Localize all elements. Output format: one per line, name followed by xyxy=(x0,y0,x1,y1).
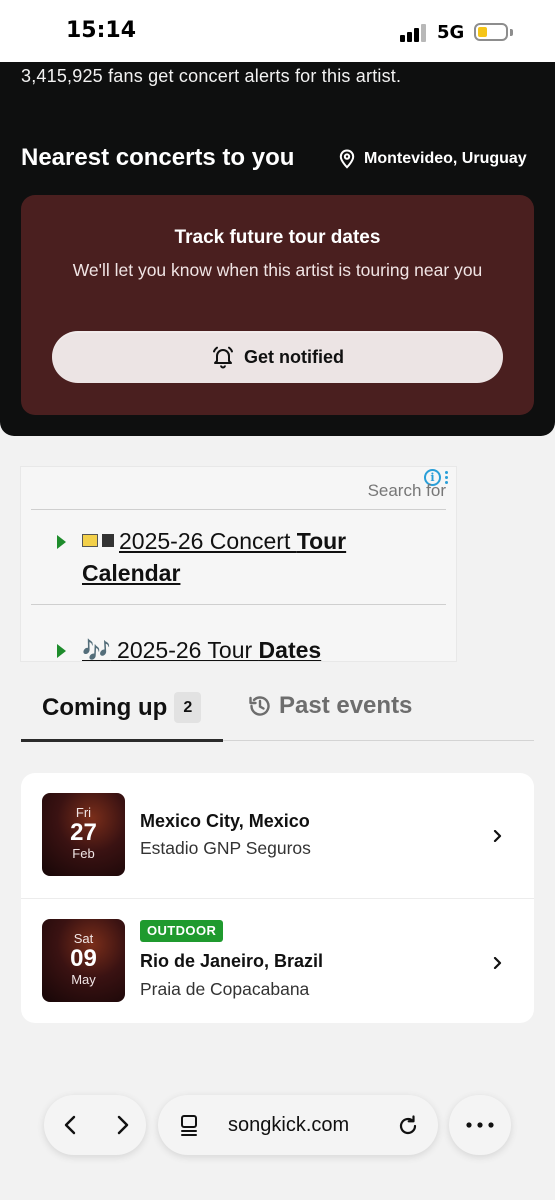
event-day: 27 xyxy=(70,819,97,846)
ad-divider xyxy=(31,509,446,510)
ad-search-text: Search for xyxy=(367,481,446,500)
event-row[interactable]: Fri 27 Feb Mexico City, Mexico Estadio G… xyxy=(21,773,534,898)
get-notified-button[interactable]: Get notified xyxy=(52,331,503,383)
events-list: Fri 27 Feb Mexico City, Mexico Estadio G… xyxy=(21,773,534,1023)
ad-link-prefix: 2025-26 Concert xyxy=(119,528,297,554)
battery-icon xyxy=(474,23,508,41)
chevron-right-icon xyxy=(493,957,502,969)
ad-link-row[interactable]: 🎶 2025-26 Tour Dates xyxy=(57,634,382,662)
track-card-subtitle: We'll let you know when this artist is t… xyxy=(72,260,483,280)
ad-link-bold: Dates xyxy=(258,637,322,662)
url-text[interactable]: songkick.com xyxy=(228,1114,349,1137)
event-weekday: Fri xyxy=(75,805,92,820)
event-month: May xyxy=(71,972,96,987)
ad-link-prefix: 2025-26 Tour xyxy=(117,637,259,662)
ad-link-row[interactable]: 2025-26 Concert Tour Calendar xyxy=(57,525,382,589)
track-tour-card: Track future tour dates We'll let you kn… xyxy=(21,195,534,415)
chevron-right-icon xyxy=(493,830,502,842)
ticket-icon xyxy=(82,534,98,547)
reader-mode-icon[interactable] xyxy=(177,1113,201,1137)
outdoor-badge: OUTDOOR xyxy=(140,920,224,942)
reload-icon[interactable] xyxy=(396,1113,420,1137)
ad-arrow-icon xyxy=(57,644,66,658)
event-date-thumbnail: Fri 27 Feb xyxy=(42,793,125,876)
event-city: Rio de Janeiro, Brazil xyxy=(140,951,324,971)
music-notes-icon: 🎶 xyxy=(82,637,111,662)
event-weekday: Sat xyxy=(73,931,94,946)
event-month: Feb xyxy=(72,846,95,861)
ad-link-tour-dates[interactable]: 🎶 2025-26 Tour Dates xyxy=(82,634,382,662)
signal-icon xyxy=(400,24,428,42)
coming-up-count-badge: 2 xyxy=(174,692,202,723)
location-pin-icon xyxy=(339,149,355,169)
location-label: Montevideo, Uruguay xyxy=(364,150,527,167)
ad-link-tour-calendar[interactable]: 2025-26 Concert Tour Calendar xyxy=(82,525,382,589)
ticket-stub-icon xyxy=(102,534,114,547)
nearest-concerts-title: Nearest concerts to you xyxy=(21,144,295,171)
network-label: 5G xyxy=(437,22,465,43)
back-arrow-icon[interactable] xyxy=(59,1113,83,1137)
forward-arrow-icon[interactable] xyxy=(110,1113,134,1137)
event-date-thumbnail: Sat 09 May xyxy=(42,919,125,1002)
active-tab-indicator xyxy=(21,739,223,742)
history-clock-icon xyxy=(249,696,270,716)
location-selector[interactable]: Montevideo, Uruguay xyxy=(338,149,527,169)
ad-divider xyxy=(31,604,446,605)
address-bar[interactable]: songkick.com xyxy=(158,1095,438,1155)
status-bar: 15:14 5G xyxy=(0,0,555,62)
event-row[interactable]: Sat 09 May OUTDOOR Rio de Janeiro, Brazi… xyxy=(21,898,534,1023)
artist-header-section: 3,415,925 fans get concert alerts for th… xyxy=(0,62,555,436)
event-city: Mexico City, Mexico xyxy=(140,811,310,831)
ad-banner[interactable]: i Search for 2025-26 Concert Tour Calend… xyxy=(20,466,457,662)
more-options-button[interactable] xyxy=(449,1095,511,1155)
battery-cap xyxy=(510,29,513,36)
event-venue: Praia de Copacabana xyxy=(140,979,310,999)
status-time: 15:14 xyxy=(66,18,137,43)
events-tabs: Coming up 2 Past events xyxy=(21,690,534,744)
tab-past-events-label: Past events xyxy=(279,692,413,719)
fans-count-text: 3,415,925 fans get concert alerts for th… xyxy=(21,66,402,86)
track-card-title: Track future tour dates xyxy=(174,227,381,248)
event-venue: Estadio GNP Seguros xyxy=(140,838,311,858)
more-dots-icon xyxy=(466,1122,494,1128)
get-notified-label: Get notified xyxy=(244,346,344,367)
bell-icon xyxy=(213,346,233,369)
tab-coming-up[interactable]: Coming up 2 xyxy=(42,692,202,723)
event-day: 09 xyxy=(70,945,97,972)
tab-past-events[interactable]: Past events xyxy=(247,692,412,720)
ad-arrow-icon xyxy=(57,535,66,549)
tab-coming-up-label: Coming up xyxy=(42,693,168,721)
browser-nav-buttons xyxy=(44,1095,146,1155)
